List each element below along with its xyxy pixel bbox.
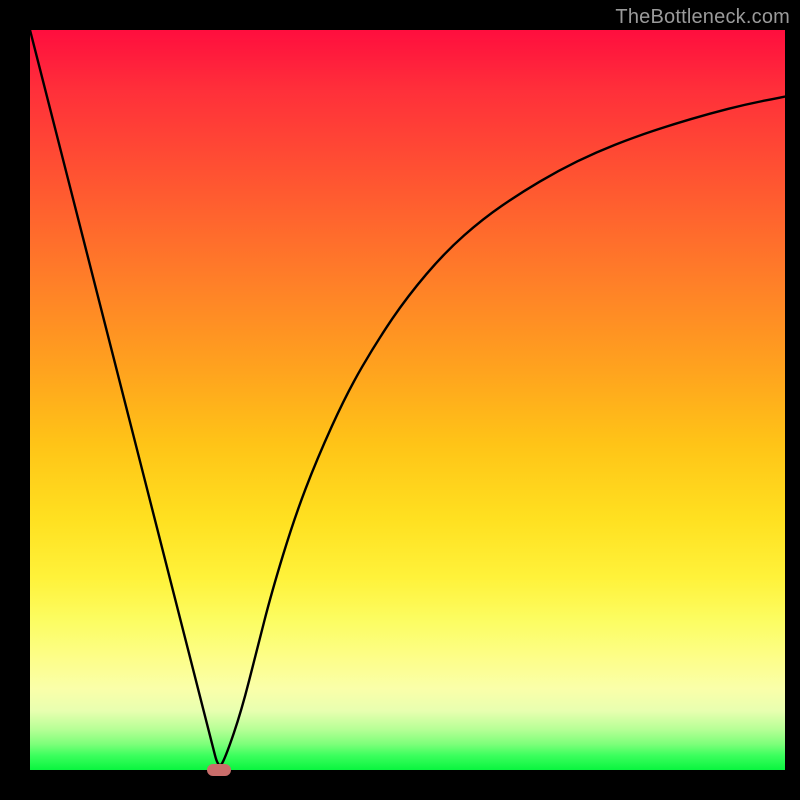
watermark-text: TheBottleneck.com (615, 6, 790, 29)
plot-area (30, 30, 785, 770)
curve-svg (30, 30, 785, 770)
optimal-point-marker (207, 764, 231, 776)
bottleneck-curve (30, 30, 785, 765)
chart-frame: TheBottleneck.com (0, 0, 800, 800)
